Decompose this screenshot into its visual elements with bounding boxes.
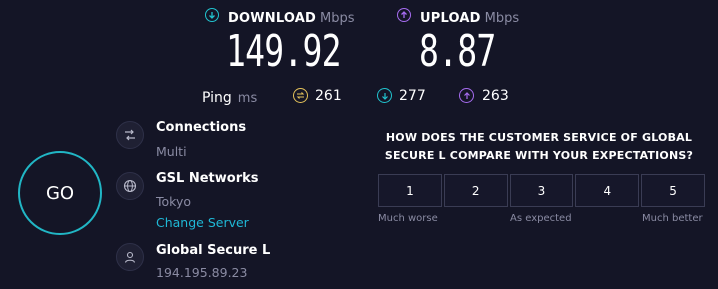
rating-option-4[interactable]: 4 — [575, 174, 640, 207]
scale-high-label: Much better — [642, 213, 703, 224]
idle-ping-icon — [293, 88, 308, 103]
download-ping-icon — [377, 88, 392, 103]
change-server-link[interactable]: Change Server — [156, 215, 249, 230]
upload-header: UPLOAD Mbps — [420, 7, 519, 26]
rating-option-3[interactable]: 3 — [509, 174, 574, 207]
download-ping-value: 277 — [399, 88, 426, 104]
ping-label: Ping — [202, 90, 232, 106]
provider-name: Global Secure L — [156, 243, 271, 258]
server-location: Tokyo — [156, 194, 191, 209]
scale-low-label: Much worse — [378, 213, 438, 224]
upload-unit: Mbps — [484, 11, 520, 26]
ping-header: Ping ms — [202, 87, 257, 106]
ping-unit: ms — [237, 91, 258, 106]
go-button[interactable]: GO — [18, 151, 102, 235]
idle-ping-value: 261 — [315, 88, 342, 104]
download-unit: Mbps — [320, 11, 355, 26]
connections-mode[interactable]: Multi — [156, 144, 187, 159]
survey-question: HOW DOES THE CUSTOMER SERVICE OF GLOBAL … — [372, 129, 706, 165]
survey-question-line1: HOW DOES THE CUSTOMER SERVICE OF GLOBAL — [385, 131, 693, 144]
rating-scale: 1 2 3 4 5 — [378, 174, 705, 207]
provider-ip: 194.195.89.23 — [156, 265, 248, 280]
connections-icon — [116, 121, 144, 149]
upload-ping-icon — [459, 88, 474, 103]
rating-option-2[interactable]: 2 — [443, 174, 508, 207]
connections-title: Connections — [156, 120, 247, 135]
download-speed-value: 149.92 — [226, 26, 341, 77]
user-icon — [116, 243, 144, 271]
upload-label: UPLOAD — [420, 11, 481, 26]
download-header: DOWNLOAD Mbps — [228, 7, 355, 26]
upload-arrow-icon — [397, 8, 411, 22]
globe-icon — [116, 172, 144, 200]
download-label: DOWNLOAD — [228, 11, 317, 26]
scale-mid-label: As expected — [510, 213, 572, 224]
rating-option-1[interactable]: 1 — [378, 174, 442, 207]
survey-question-line2: SECURE L COMPARE WITH YOUR EXPECTATIONS? — [384, 149, 694, 162]
rating-option-5[interactable]: 5 — [641, 174, 705, 207]
server-name: GSL Networks — [156, 171, 259, 186]
download-arrow-icon — [205, 8, 219, 22]
upload-speed-value: 8.87 — [419, 26, 496, 77]
upload-ping-value: 263 — [482, 88, 509, 104]
